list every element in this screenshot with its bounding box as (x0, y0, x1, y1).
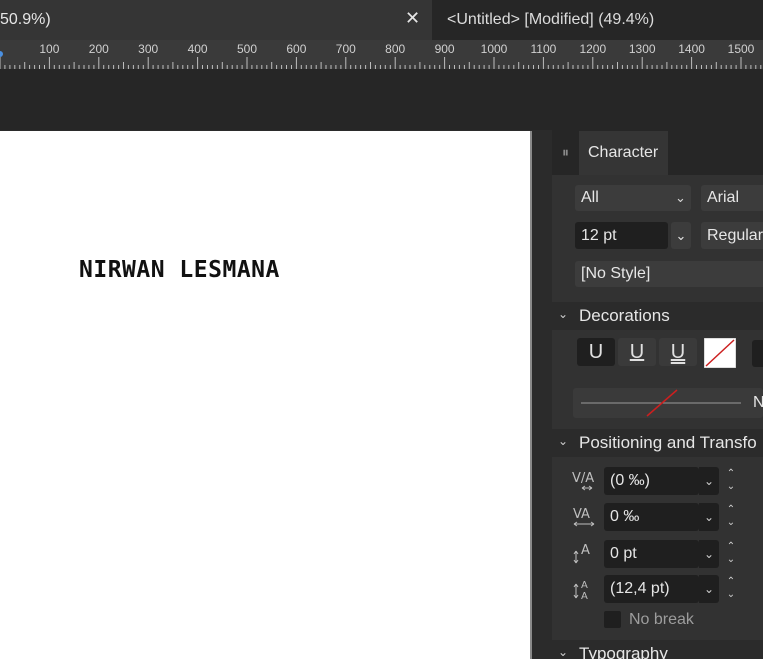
line-weight-label: N (753, 394, 763, 411)
underline-double-icon: U (670, 340, 686, 363)
panel-header: ⏸ Character (552, 130, 763, 175)
svg-text:A: A (581, 580, 588, 591)
baseline-shift-icon: A (573, 543, 590, 564)
tracking-dropdown[interactable]: ⌄ (699, 503, 719, 531)
section-decorations[interactable]: ⌄ Decorations (552, 302, 763, 330)
ruler-ticks: 100 200 300 400 500 600 700 800 900 1000 1100 1200 1… (0, 42, 762, 69)
no-break-checkbox[interactable] (604, 611, 621, 628)
tracking-stepper[interactable]: ⌃ ⌄ (723, 503, 739, 531)
leading-dropdown[interactable]: ⌄ (699, 575, 719, 603)
underline-button[interactable]: U (577, 338, 615, 366)
baseline-shift-stepper[interactable]: ⌃ ⌄ (723, 540, 739, 568)
document-tab-active[interactable]: 50.9%) ✕ (0, 0, 432, 40)
font-size-dropdown[interactable]: ⌄ (671, 222, 691, 249)
section-typography[interactable]: ⌄ Typography (552, 640, 763, 659)
kerning-stepper[interactable]: ⌃ ⌄ (723, 467, 739, 495)
decoration-more-button[interactable] (752, 340, 763, 367)
tab-character[interactable]: Character (579, 131, 668, 175)
section-title: Typography (579, 644, 668, 659)
ruler-tick-label: 1100 (530, 42, 556, 56)
font-family-value: Arial (707, 189, 740, 206)
section-positioning[interactable]: ⌄ Positioning and Transfo (552, 429, 763, 457)
drag-grip-icon[interactable]: ⏸ (562, 144, 569, 161)
underline-double-button[interactable]: U (659, 338, 697, 366)
leading-icon: A A (573, 580, 588, 602)
no-break-label: No break (629, 611, 694, 628)
ruler-origin-marker[interactable] (0, 51, 3, 57)
underline-single-icon: U (629, 340, 645, 363)
decoration-color-swatch[interactable] (704, 338, 736, 368)
baseline-shift-value: 0 pt (610, 545, 637, 562)
font-style-select[interactable]: Regular (701, 222, 763, 249)
underline-single-button[interactable]: U (618, 338, 656, 366)
character-scope-value: All (581, 189, 599, 206)
section-title: Decorations (579, 306, 670, 325)
ruler-tick-label: 500 (237, 42, 257, 56)
section-title: Positioning and Transfo (579, 433, 757, 452)
underline-icon: U (588, 340, 604, 363)
leading-input[interactable]: (12,4 pt) (604, 575, 699, 603)
chevron-down-icon: ⌄ (558, 645, 569, 659)
kerning-value: (0 ‰) (610, 472, 650, 489)
document-page[interactable]: NIRWAN LESMANA (0, 131, 532, 659)
baseline-shift-dropdown[interactable]: ⌄ (699, 540, 719, 568)
ruler-tick-label: 1200 (579, 42, 606, 56)
kerning-input[interactable]: (0 ‰) (604, 467, 699, 495)
document-tab-bar: 50.9%) ✕ <Untitled> [Modified] (49.4%) (0, 0, 763, 40)
tracking-input[interactable]: 0 ‰ (604, 503, 699, 531)
tab-label: 50.9%) (0, 11, 51, 28)
chevron-down-icon: ⌄ (675, 227, 687, 243)
artistic-text[interactable]: NIRWAN LESMANA (79, 257, 280, 283)
font-family-select[interactable]: Arial (701, 185, 763, 211)
text-style-value: [No Style] (581, 265, 651, 282)
ruler-tick-label: 800 (385, 42, 405, 56)
ruler-tick-label: 300 (138, 42, 158, 56)
ruler-tick-label: 1500 (728, 42, 755, 56)
svg-text:A: A (581, 591, 588, 602)
chevron-down-icon: ⌄ (675, 190, 686, 205)
text-style-select[interactable]: [No Style] (575, 261, 763, 287)
panel-title: Character (588, 144, 659, 161)
svg-text:V/A: V/A (572, 471, 594, 486)
kerning-icon: V/A (572, 471, 594, 491)
svg-text:VA: VA (573, 507, 590, 522)
leading-value: (12,4 pt) (610, 580, 670, 597)
horizontal-ruler[interactable]: 100 200 300 400 500 600 700 800 900 1000 1100 1200 1… (0, 40, 763, 69)
ruler-tick-label: 600 (286, 42, 306, 56)
svg-text:A: A (581, 543, 590, 558)
ruler-tick-label: 400 (188, 42, 208, 56)
tracking-value: 0 ‰ (610, 508, 640, 525)
line-style-preview[interactable]: N (573, 388, 763, 418)
ruler-tick-label: 1000 (481, 42, 508, 56)
character-scope-select[interactable]: All ⌄ (575, 185, 691, 211)
context-toolbar (0, 69, 763, 130)
tracking-icon: VA (573, 507, 595, 527)
baseline-shift-input[interactable]: 0 pt (604, 540, 699, 568)
kerning-dropdown[interactable]: ⌄ (699, 467, 719, 495)
font-size-value: 12 pt (581, 226, 617, 244)
font-size-input[interactable]: 12 pt (575, 222, 668, 249)
document-tab-untitled[interactable]: <Untitled> [Modified] (49.4%) (432, 0, 763, 40)
line-preview-icon (581, 389, 741, 417)
ruler-tick-label: 900 (435, 42, 455, 56)
ruler-tick-label: 700 (336, 42, 356, 56)
ruler-tick-label: 100 (39, 42, 59, 56)
ruler-tick-label: 200 (89, 42, 109, 56)
character-panel: ⏸ Character All ⌄ Arial 12 pt ⌄ Regular … (552, 130, 763, 659)
tab-label: <Untitled> [Modified] (49.4%) (447, 11, 655, 28)
ruler-tick-label: 1400 (678, 42, 705, 56)
chevron-down-icon: ⌄ (558, 307, 569, 321)
leading-stepper[interactable]: ⌃ ⌄ (723, 575, 739, 603)
close-tab-icon[interactable]: ✕ (405, 8, 420, 29)
font-style-value: Regular (707, 226, 763, 244)
chevron-down-icon: ⌄ (558, 434, 569, 448)
ruler-tick-label: 1300 (629, 42, 656, 56)
